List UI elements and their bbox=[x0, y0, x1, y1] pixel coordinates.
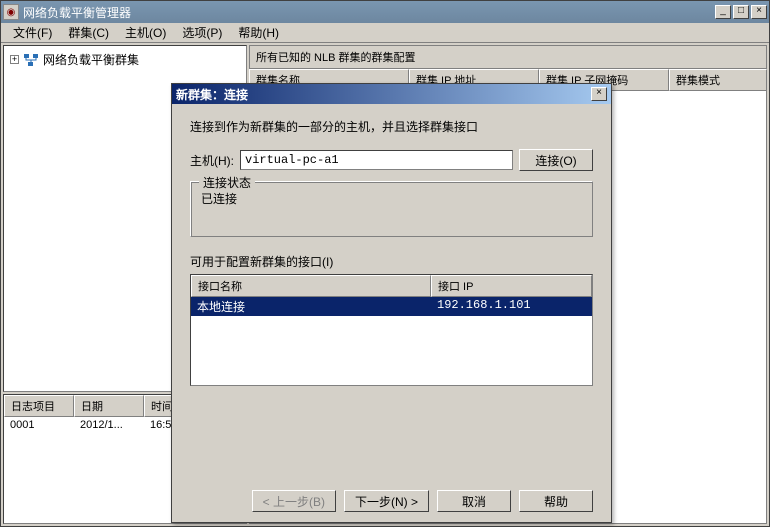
main-titlebar[interactable]: ◉ 网络负载平衡管理器 _ □ × bbox=[1, 1, 769, 23]
menu-help[interactable]: 帮助(H) bbox=[230, 22, 287, 43]
tree-root-node[interactable]: + 网络负载平衡群集 bbox=[8, 50, 242, 69]
dialog-body: 连接到作为新群集的一部分的主机，并且选择群集接口 主机(H): 连接(O) 连接… bbox=[172, 104, 611, 522]
dialog-close-button[interactable]: × bbox=[591, 87, 607, 101]
connection-status-label: 连接状态 bbox=[199, 174, 255, 191]
cancel-button[interactable]: 取消 bbox=[437, 490, 511, 512]
dialog-instruction: 连接到作为新群集的一部分的主机，并且选择群集接口 bbox=[190, 118, 593, 135]
menu-file[interactable]: 文件(F) bbox=[5, 22, 60, 43]
help-button[interactable]: 帮助 bbox=[519, 490, 593, 512]
next-button[interactable]: 下一步(N) > bbox=[344, 490, 429, 512]
right-pane-header: 所有已知的 NLB 群集的群集配置 bbox=[249, 45, 767, 69]
host-row: 主机(H): 连接(O) bbox=[190, 149, 593, 171]
log-cell-date: 2012/1... bbox=[74, 417, 144, 433]
menu-host[interactable]: 主机(O) bbox=[117, 22, 174, 43]
iface-cell-name: 本地连接 bbox=[191, 297, 431, 316]
cluster-icon bbox=[23, 53, 39, 67]
tree-root-label: 网络负载平衡群集 bbox=[43, 51, 139, 68]
dialog-title: 新群集：连接 bbox=[176, 86, 591, 103]
host-input[interactable] bbox=[240, 150, 513, 170]
connection-status-text: 已连接 bbox=[201, 190, 582, 207]
maximize-button[interactable]: □ bbox=[733, 5, 749, 19]
connect-button[interactable]: 连接(O) bbox=[519, 149, 593, 171]
connection-status-group: 连接状态 已连接 bbox=[190, 181, 593, 237]
menubar: 文件(F) 群集(C) 主机(O) 选项(P) 帮助(H) bbox=[1, 23, 769, 43]
menu-options[interactable]: 选项(P) bbox=[174, 22, 230, 43]
menu-cluster[interactable]: 群集(C) bbox=[60, 22, 117, 43]
close-button[interactable]: × bbox=[751, 5, 767, 19]
dialog-footer: < 上一步(B) 下一步(N) > 取消 帮助 bbox=[190, 482, 593, 512]
dialog-titlebar[interactable]: 新群集：连接 × bbox=[172, 84, 611, 104]
interface-header: 接口名称 接口 IP bbox=[191, 275, 592, 297]
interface-list[interactable]: 接口名称 接口 IP 本地连接 192.168.1.101 bbox=[190, 274, 593, 386]
new-cluster-dialog: 新群集：连接 × 连接到作为新群集的一部分的主机，并且选择群集接口 主机(H):… bbox=[171, 83, 612, 523]
iface-col-ip[interactable]: 接口 IP bbox=[431, 275, 592, 297]
interface-list-label: 可用于配置新群集的接口(I) bbox=[190, 253, 593, 270]
app-title: 网络负载平衡管理器 bbox=[23, 4, 715, 21]
col-cluster-mode[interactable]: 群集模式 bbox=[669, 69, 767, 91]
tree-expand-icon[interactable]: + bbox=[10, 55, 19, 64]
iface-col-name[interactable]: 接口名称 bbox=[191, 275, 431, 297]
log-col-entry[interactable]: 日志项目 bbox=[4, 395, 74, 417]
log-col-date[interactable]: 日期 bbox=[74, 395, 144, 417]
log-cell-entry: 0001 bbox=[4, 417, 74, 433]
iface-cell-ip: 192.168.1.101 bbox=[431, 297, 592, 316]
host-label: 主机(H): bbox=[190, 152, 234, 169]
interface-row-selected[interactable]: 本地连接 192.168.1.101 bbox=[191, 297, 592, 316]
app-icon: ◉ bbox=[3, 4, 19, 20]
window-controls: _ □ × bbox=[715, 5, 767, 19]
back-button: < 上一步(B) bbox=[252, 490, 336, 512]
minimize-button[interactable]: _ bbox=[715, 5, 731, 19]
